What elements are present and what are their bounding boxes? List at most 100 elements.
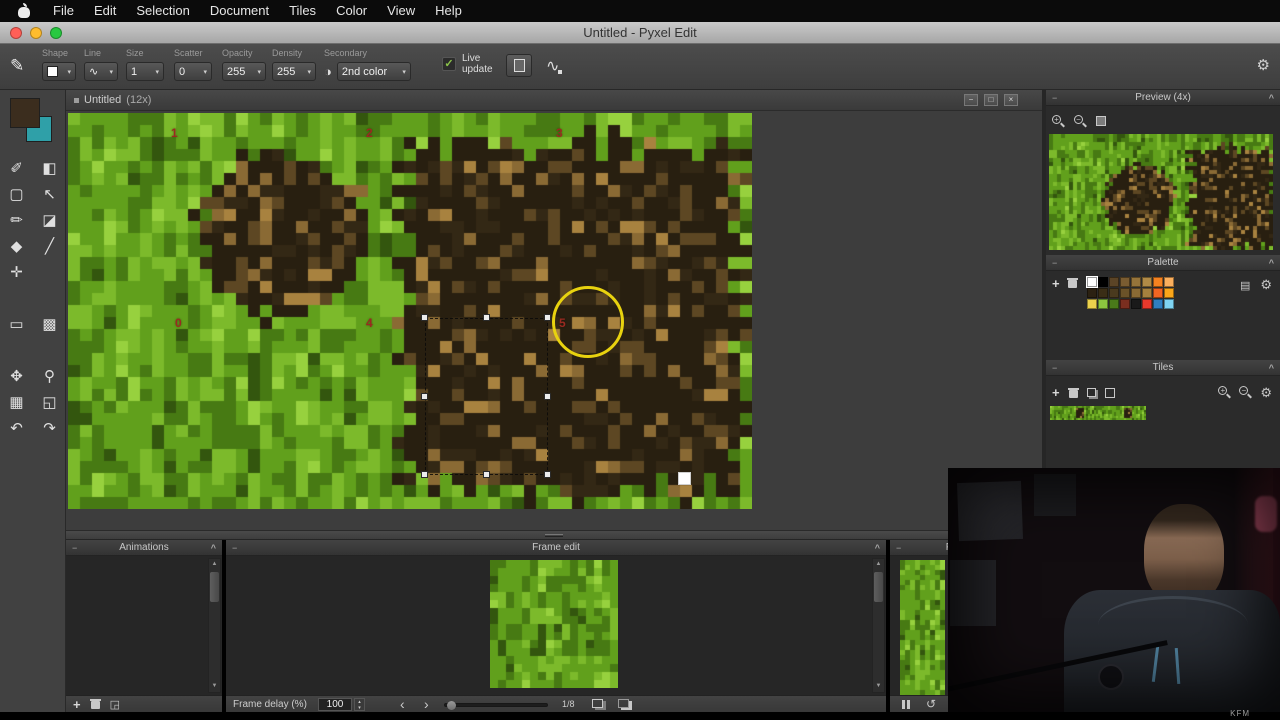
- tile-select-tool-icon[interactable]: ◱: [42, 394, 56, 411]
- scroll-down-arrow[interactable]: ▼: [209, 681, 220, 692]
- density-dropdown[interactable]: 255 ▾: [272, 62, 316, 81]
- panel-expand-icon[interactable]: ^: [875, 543, 880, 553]
- palette-swatch[interactable]: [1108, 277, 1119, 287]
- pen-tool-icon[interactable]: ✎: [10, 56, 24, 76]
- rect-shape-tool-icon[interactable]: ▭: [9, 316, 23, 333]
- palette-swatch[interactable]: [1097, 299, 1108, 309]
- palette-swatch[interactable]: [1108, 299, 1119, 309]
- undo-tool-icon[interactable]: ↶: [10, 420, 23, 437]
- palette-swatch[interactable]: [1119, 277, 1130, 287]
- curve-lasso-icon[interactable]: ∿: [546, 56, 563, 76]
- opacity-dropdown[interactable]: 255 ▾: [222, 62, 266, 81]
- line-dropdown[interactable]: ∿ ▾: [84, 62, 118, 81]
- animations-scrollbar[interactable]: ▲ ▼: [208, 558, 221, 693]
- scroll-up-arrow[interactable]: ▲: [873, 559, 884, 570]
- delete-animation-button[interactable]: [89, 698, 101, 710]
- tiles-zoom-out-icon[interactable]: [1239, 386, 1253, 399]
- palette-swatch[interactable]: [1163, 288, 1174, 298]
- previous-frame-button[interactable]: ‹: [400, 696, 405, 712]
- primary-color-swatch[interactable]: [10, 98, 40, 128]
- add-tile-button[interactable]: +: [1052, 386, 1060, 399]
- menu-item-document[interactable]: Document: [200, 0, 279, 22]
- pause-button[interactable]: [902, 700, 910, 709]
- apple-menu-icon[interactable]: [18, 3, 31, 18]
- document-tab-title[interactable]: Untitled: [84, 94, 121, 106]
- redo-tool-icon[interactable]: ↷: [43, 420, 56, 437]
- zoom-window-button[interactable]: [50, 27, 62, 39]
- tile-strip-canvas[interactable]: [1050, 406, 1146, 420]
- eraser-tool-icon[interactable]: ◪: [42, 212, 56, 229]
- scrollbar-thumb[interactable]: [874, 572, 883, 602]
- selection-handle[interactable]: [482, 314, 490, 321]
- blank-tile-icon[interactable]: [1104, 387, 1115, 398]
- selection-handle[interactable]: [544, 392, 551, 400]
- menu-item-color[interactable]: Color: [326, 0, 377, 22]
- palette-swatch[interactable]: [1086, 299, 1097, 309]
- onion-skin-next-icon[interactable]: [618, 699, 629, 708]
- frame-delay-stepper[interactable]: ▴ ▾: [354, 698, 365, 711]
- preview-canvas[interactable]: [1049, 134, 1273, 250]
- dither-tool-icon[interactable]: ▩: [42, 316, 56, 333]
- palette-swatch[interactable]: [1085, 276, 1098, 288]
- frame-tile-canvas[interactable]: [490, 560, 618, 688]
- marquee-select-tool-icon[interactable]: ▢: [9, 186, 23, 203]
- pencil-tool-icon[interactable]: ✏: [10, 212, 23, 229]
- scroll-down-arrow[interactable]: ▼: [873, 681, 884, 692]
- settings-gear-icon[interactable]: ⚙: [1257, 56, 1270, 74]
- palette-swatch[interactable]: [1119, 288, 1130, 298]
- onion-skin-prev-icon[interactable]: [592, 699, 603, 708]
- palette-swatch[interactable]: [1130, 288, 1141, 298]
- preview-actual-size-icon[interactable]: [1096, 116, 1106, 126]
- palette-swatch[interactable]: [1141, 299, 1152, 309]
- close-window-button[interactable]: [10, 27, 22, 39]
- add-color-button[interactable]: +: [1052, 277, 1060, 290]
- selection-handle[interactable]: [544, 471, 551, 478]
- palette-swatch[interactable]: [1141, 277, 1152, 287]
- doc-maximize-icon[interactable]: □: [984, 94, 998, 106]
- selection-handle[interactable]: [544, 314, 551, 321]
- scrollbar-thumb[interactable]: [210, 572, 219, 602]
- menu-item-view[interactable]: View: [377, 0, 425, 22]
- palette-swatch[interactable]: [1130, 277, 1141, 287]
- palette-swatch[interactable]: [1097, 277, 1108, 287]
- palette-swatch[interactable]: [1141, 288, 1152, 298]
- palette-swatch[interactable]: [1130, 299, 1141, 309]
- panel-expand-icon[interactable]: ^: [211, 543, 216, 553]
- pixel-art-canvas[interactable]: [68, 113, 752, 509]
- duplicate-tile-icon[interactable]: [1086, 388, 1096, 397]
- eyedropper-tool-icon[interactable]: ✛: [10, 264, 23, 281]
- selection-handle[interactable]: [421, 392, 428, 400]
- frame-delay-input[interactable]: [318, 698, 352, 711]
- horizontal-splitter[interactable]: [66, 530, 1042, 540]
- frame-slider[interactable]: [444, 701, 548, 710]
- loop-button[interactable]: ↺: [926, 697, 936, 711]
- selection-handle[interactable]: [421, 471, 428, 478]
- doc-minimize-icon[interactable]: −: [964, 94, 978, 106]
- preview-zoom-out-icon[interactable]: [1074, 114, 1087, 128]
- next-frame-button[interactable]: ›: [424, 696, 429, 712]
- palette-swatch[interactable]: [1119, 299, 1130, 309]
- frame-slider-knob[interactable]: [447, 701, 456, 710]
- palette-swatch[interactable]: [1152, 299, 1163, 309]
- palette-settings-icon[interactable]: ⚙: [1260, 277, 1272, 293]
- palette-swatch[interactable]: [1152, 288, 1163, 298]
- panel-expand-icon[interactable]: ^: [1269, 258, 1274, 268]
- lasso-tool-icon[interactable]: ✐: [10, 160, 23, 177]
- minimize-window-button[interactable]: [30, 27, 42, 39]
- delete-color-button[interactable]: [1066, 277, 1078, 289]
- menu-item-selection[interactable]: Selection: [126, 0, 199, 22]
- palette-swatch[interactable]: [1152, 277, 1163, 287]
- palette-list-icon[interactable]: ▤: [1240, 279, 1250, 292]
- doc-close-icon[interactable]: ×: [1004, 94, 1018, 106]
- secondary-dropdown[interactable]: 2nd color ▾: [336, 62, 411, 81]
- frame-scrollbar[interactable]: ▲ ▼: [872, 558, 885, 693]
- tiles-zoom-in-icon[interactable]: [1218, 386, 1232, 399]
- tiles-settings-icon[interactable]: ⚙: [1260, 385, 1272, 401]
- panel-expand-icon[interactable]: ^: [1269, 93, 1274, 103]
- palette-swatch[interactable]: [1163, 299, 1174, 309]
- selection-handle[interactable]: [421, 314, 428, 321]
- menu-item-tiles[interactable]: Tiles: [279, 0, 326, 22]
- tile-grid-tool-icon[interactable]: ▦: [9, 394, 23, 411]
- fill-tool-icon[interactable]: ◆: [11, 238, 23, 255]
- panel-toggle-button[interactable]: [506, 54, 532, 77]
